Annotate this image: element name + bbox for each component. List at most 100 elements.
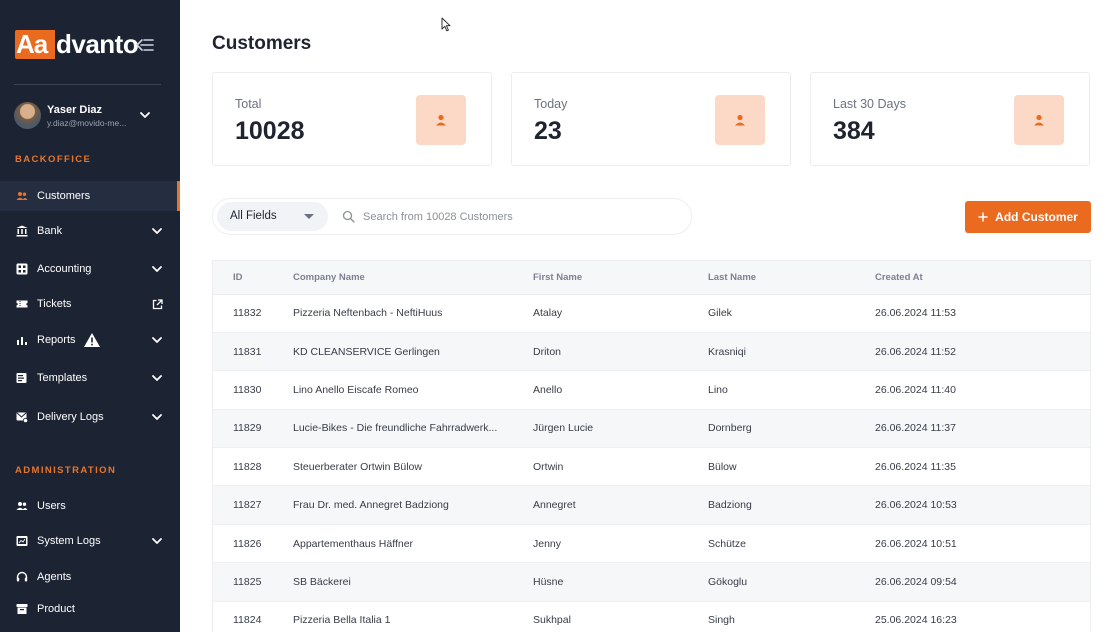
- cell-company-name: Pizzeria Neftenbach - NeftiHuus: [293, 294, 533, 333]
- mail-log-icon: [16, 412, 28, 423]
- cell-company-name: KD CLEANSERVICE Gerlingen: [293, 332, 533, 372]
- stat-icon: [1014, 95, 1064, 145]
- cell-id: 11826: [213, 524, 293, 564]
- user-email: y.diaz@movido-me...: [47, 118, 127, 128]
- user-icon: [1034, 114, 1044, 126]
- sidebar-item-users[interactable]: Users: [0, 491, 180, 521]
- cell-id: 11829: [213, 409, 293, 449]
- field-filter-value: All Fields: [230, 210, 277, 222]
- sidebar-item-label: Templates: [37, 372, 88, 384]
- cell-company-name: SB Bäckerei: [293, 562, 533, 602]
- chevron-down-icon: [152, 414, 162, 420]
- cell-id: 11825: [213, 562, 293, 602]
- stat-icon: [416, 95, 466, 145]
- sidebar-item-agents[interactable]: Agents: [0, 562, 180, 592]
- chevron-down-icon[interactable]: [139, 110, 151, 120]
- chevron-down-icon: [152, 266, 162, 272]
- cell-last-name: Dornberg: [708, 409, 875, 449]
- sidebar-item-label: Delivery Logs: [37, 411, 104, 423]
- cell-company-name: Pizzeria Bella Italia 1: [293, 601, 533, 632]
- column-header-company-name[interactable]: Company Name: [293, 261, 533, 295]
- cell-company-name: Frau Dr. med. Annegret Badziong: [293, 485, 533, 525]
- cell-last-name: Bülow: [708, 447, 875, 487]
- users-icon: [16, 192, 28, 200]
- sidebar-divider: [14, 84, 161, 85]
- cell-company-name: Steuerberater Ortwin Bülow: [293, 447, 533, 487]
- cell-id: 11827: [213, 485, 293, 525]
- chevron-down-icon: [152, 228, 162, 234]
- table-header-row: ID Company Name First Name Last Name Cre…: [213, 261, 1090, 295]
- box-icon: [16, 604, 28, 614]
- column-header-first-name[interactable]: First Name: [533, 261, 708, 295]
- stat-card-last-30-days: Last 30 Days 384: [810, 72, 1090, 166]
- table-row[interactable]: 11830 Lino Anello Eiscafe Romeo Anello L…: [213, 370, 1090, 410]
- sidebar-item-system-logs[interactable]: System Logs: [0, 526, 180, 556]
- cell-first-name: Atalay: [533, 294, 708, 333]
- column-header-created-at[interactable]: Created At: [875, 261, 1090, 295]
- sidebar-item-bank[interactable]: Bank: [0, 216, 180, 246]
- cell-first-name: Ortwin: [533, 447, 708, 487]
- cell-last-name: Gökoglu: [708, 562, 875, 602]
- sidebar-item-product[interactable]: Product: [0, 594, 180, 624]
- sidebar-item-templates[interactable]: Templates: [0, 363, 180, 393]
- table-row[interactable]: 11827 Frau Dr. med. Annegret Badziong An…: [213, 485, 1090, 525]
- stat-label: Total: [235, 97, 262, 111]
- cell-created-at: 26.06.2024 10:53: [875, 485, 1090, 525]
- cell-first-name: Sukhpal: [533, 601, 708, 632]
- table-row[interactable]: 11831 KD CLEANSERVICE Gerlingen Driton K…: [213, 332, 1090, 372]
- sidebar-item-delivery-logs[interactable]: Delivery Logs: [0, 402, 180, 432]
- sidebar-item-reports[interactable]: Reports: [0, 325, 180, 355]
- cell-created-at: 26.06.2024 09:54: [875, 562, 1090, 602]
- sidebar-item-label: Reports: [37, 334, 76, 346]
- mouse-cursor-icon: [441, 17, 451, 32]
- bar-chart-icon: [17, 337, 27, 345]
- table-row[interactable]: 11832 Pizzeria Neftenbach - NeftiHuus At…: [213, 294, 1090, 333]
- cell-last-name: Schütze: [708, 524, 875, 564]
- search-bar: All Fields: [212, 198, 692, 235]
- add-customer-button[interactable]: Add Customer: [965, 201, 1091, 233]
- sidebar-item-tickets[interactable]: Tickets: [0, 289, 180, 319]
- table-row[interactable]: 11829 Lucie-Bikes - Die freundliche Fahr…: [213, 409, 1090, 449]
- cell-id: 11828: [213, 447, 293, 487]
- search-input[interactable]: [363, 207, 663, 227]
- table-row[interactable]: 11825 SB Bäckerei Hüsne Gökoglu 26.06.20…: [213, 562, 1090, 602]
- users-icon: [16, 502, 28, 510]
- sidebar-item-label: Tickets: [37, 298, 72, 310]
- cell-first-name: Anello: [533, 370, 708, 410]
- cell-last-name: Gilek: [708, 294, 875, 333]
- cell-id: 11831: [213, 332, 293, 372]
- user-menu[interactable]: Yaser Diaz y.diaz@movido-me...: [14, 102, 164, 130]
- sidebar: Aa dvanto Yaser Diaz y.diaz@movido-me...…: [0, 0, 180, 632]
- column-header-last-name[interactable]: Last Name: [708, 261, 875, 295]
- table-row[interactable]: 11824 Pizzeria Bella Italia 1 Sukhpal Si…: [213, 601, 1090, 632]
- cell-company-name: Lucie-Bikes - Die freundliche Fahrradwer…: [293, 409, 533, 449]
- sidebar-item-accounting[interactable]: Accounting: [0, 254, 180, 284]
- page-title: Customers: [212, 33, 312, 54]
- sidebar-item-customers[interactable]: Customers: [0, 181, 180, 211]
- plus-icon: [978, 212, 988, 222]
- column-header-id[interactable]: ID: [213, 261, 293, 295]
- stat-value: 10028: [235, 117, 305, 145]
- cell-id: 11832: [213, 294, 293, 333]
- field-filter-select[interactable]: All Fields: [217, 202, 328, 231]
- collapse-sidebar-icon[interactable]: [136, 37, 154, 53]
- stat-icon: [715, 95, 765, 145]
- logo[interactable]: Aa dvanto: [15, 30, 139, 59]
- stat-card-today: Today 23: [511, 72, 791, 166]
- cell-first-name: Hüsne: [533, 562, 708, 602]
- sidebar-item-label: Accounting: [37, 263, 92, 275]
- cell-id: 11830: [213, 370, 293, 410]
- cell-created-at: 26.06.2024 11:53: [875, 294, 1090, 333]
- sidebar-item-label: System Logs: [37, 535, 101, 547]
- add-customer-label: Add Customer: [995, 210, 1078, 224]
- table-row[interactable]: 11826 Appartementhaus Häffner Jenny Schü…: [213, 524, 1090, 564]
- cell-created-at: 26.06.2024 10:51: [875, 524, 1090, 564]
- customers-table-grid: ID Company Name First Name Last Name Cre…: [213, 261, 1090, 632]
- user-icon: [735, 114, 745, 126]
- bank-icon: [16, 225, 28, 237]
- table-row[interactable]: 11828 Steuerberater Ortwin Bülow Ortwin …: [213, 447, 1090, 487]
- chevron-down-icon: [152, 337, 162, 343]
- system-log-icon: [16, 536, 28, 546]
- calculator-icon: [16, 263, 28, 275]
- stat-label: Today: [534, 97, 568, 111]
